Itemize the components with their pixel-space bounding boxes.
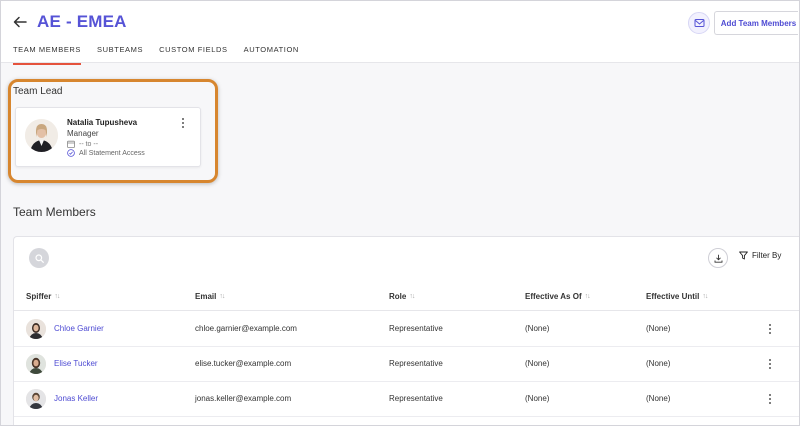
page-header: AE - EMEA Add Team Members TEAM MEMBERS … <box>0 0 800 65</box>
member-effective-until: (None) <box>646 359 671 368</box>
member-name-link[interactable]: Chloe Garnier <box>54 324 104 333</box>
tab-bar: TEAM MEMBERS SUBTEAMS CUSTOM FIELDS AUTO… <box>13 45 299 65</box>
sort-icon: ↑↓ <box>409 293 415 300</box>
message-button[interactable] <box>688 12 710 34</box>
page-title: AE - EMEA <box>37 12 127 31</box>
member-effective-as-of: (None) <box>525 359 550 368</box>
avatar <box>26 354 46 374</box>
member-role: Representative <box>389 359 443 368</box>
tab-automation[interactable]: AUTOMATION <box>244 45 299 65</box>
sort-icon: ↑↓ <box>219 293 225 300</box>
team-lead-label: Team Lead <box>13 86 63 97</box>
calendar-icon <box>67 140 75 148</box>
check-circle-icon <box>67 149 75 157</box>
person-photo-icon <box>26 354 46 374</box>
tab-custom-fields[interactable]: CUSTOM FIELDS <box>159 45 228 65</box>
member-email: jonas.keller@example.com <box>195 394 292 403</box>
filter-icon <box>739 251 748 260</box>
search-button[interactable] <box>29 248 49 268</box>
kebab-menu-icon[interactable] <box>766 393 774 405</box>
member-effective-as-of: (None) <box>525 324 550 333</box>
avatar <box>25 119 58 152</box>
column-header-role[interactable]: Role ↑↓ <box>389 292 415 301</box>
table-row[interactable]: Elise Tucker elise.tucker@example.com Re… <box>14 347 800 382</box>
filter-by-label: Filter By <box>752 251 782 260</box>
member-email: chloe.garnier@example.com <box>195 324 297 333</box>
team-lead-card[interactable]: Natalia Tupusheva Manager -- to -- All S… <box>15 107 201 167</box>
member-effective-until: (None) <box>646 394 671 403</box>
search-icon <box>34 253 44 263</box>
column-header-spiffer[interactable]: Spiffer ↑↓ <box>26 292 60 301</box>
team-members-panel: Filter By Spiffer ↑↓ Email ↑↓ Role ↑↓ Ef… <box>13 236 800 426</box>
person-photo-icon <box>26 389 46 409</box>
team-lead-name: Natalia Tupusheva <box>67 118 138 127</box>
table-header: Spiffer ↑↓ Email ↑↓ Role ↑↓ Effective As… <box>14 284 800 311</box>
filter-by-button[interactable]: Filter By <box>739 251 781 260</box>
person-photo-icon <box>25 119 58 152</box>
member-name-link[interactable]: Elise Tucker <box>54 359 98 368</box>
member-name-link[interactable]: Jonas Keller <box>54 394 98 403</box>
team-members-heading: Team Members <box>13 205 96 219</box>
kebab-menu-icon[interactable] <box>766 358 774 370</box>
kebab-menu-icon[interactable] <box>179 117 187 129</box>
mail-icon <box>694 19 704 27</box>
column-header-email[interactable]: Email ↑↓ <box>195 292 225 301</box>
back-arrow-icon[interactable] <box>12 14 28 30</box>
add-team-members-button[interactable]: Add Team Members <box>714 11 798 35</box>
sort-icon: ↑↓ <box>584 293 591 300</box>
sort-icon: ↑↓ <box>702 293 708 300</box>
team-lead-access-label: All Statement Access <box>79 149 145 157</box>
table-row[interactable]: Chloe Garnier chloe.garnier@example.com … <box>14 312 800 347</box>
tab-subteams[interactable]: SUBTEAMS <box>97 45 143 65</box>
table-row[interactable]: Jonas Keller jonas.keller@example.com Re… <box>14 382 800 417</box>
member-email: elise.tucker@example.com <box>195 359 292 368</box>
tab-team-members[interactable]: TEAM MEMBERS <box>13 45 82 65</box>
download-icon <box>714 254 722 263</box>
team-lead-access: All Statement Access <box>67 149 145 157</box>
person-photo-icon <box>26 319 46 339</box>
download-button[interactable] <box>708 248 728 268</box>
avatar <box>26 319 46 339</box>
member-role: Representative <box>389 324 443 333</box>
sort-icon: ↑↓ <box>54 293 60 300</box>
team-lead-date-range: -- to -- <box>79 140 99 148</box>
team-lead-role: Manager <box>67 129 99 138</box>
team-lead-dates: -- to -- <box>67 140 98 148</box>
member-role: Representative <box>389 394 443 403</box>
column-header-effective-until[interactable]: Effective Until ↑↓ <box>646 292 708 301</box>
member-effective-until: (None) <box>646 324 671 333</box>
avatar <box>26 389 46 409</box>
member-effective-as-of: (None) <box>525 394 550 403</box>
column-header-effective-as-of[interactable]: Effective As Of ↑↓ <box>525 292 591 301</box>
kebab-menu-icon[interactable] <box>766 323 774 335</box>
